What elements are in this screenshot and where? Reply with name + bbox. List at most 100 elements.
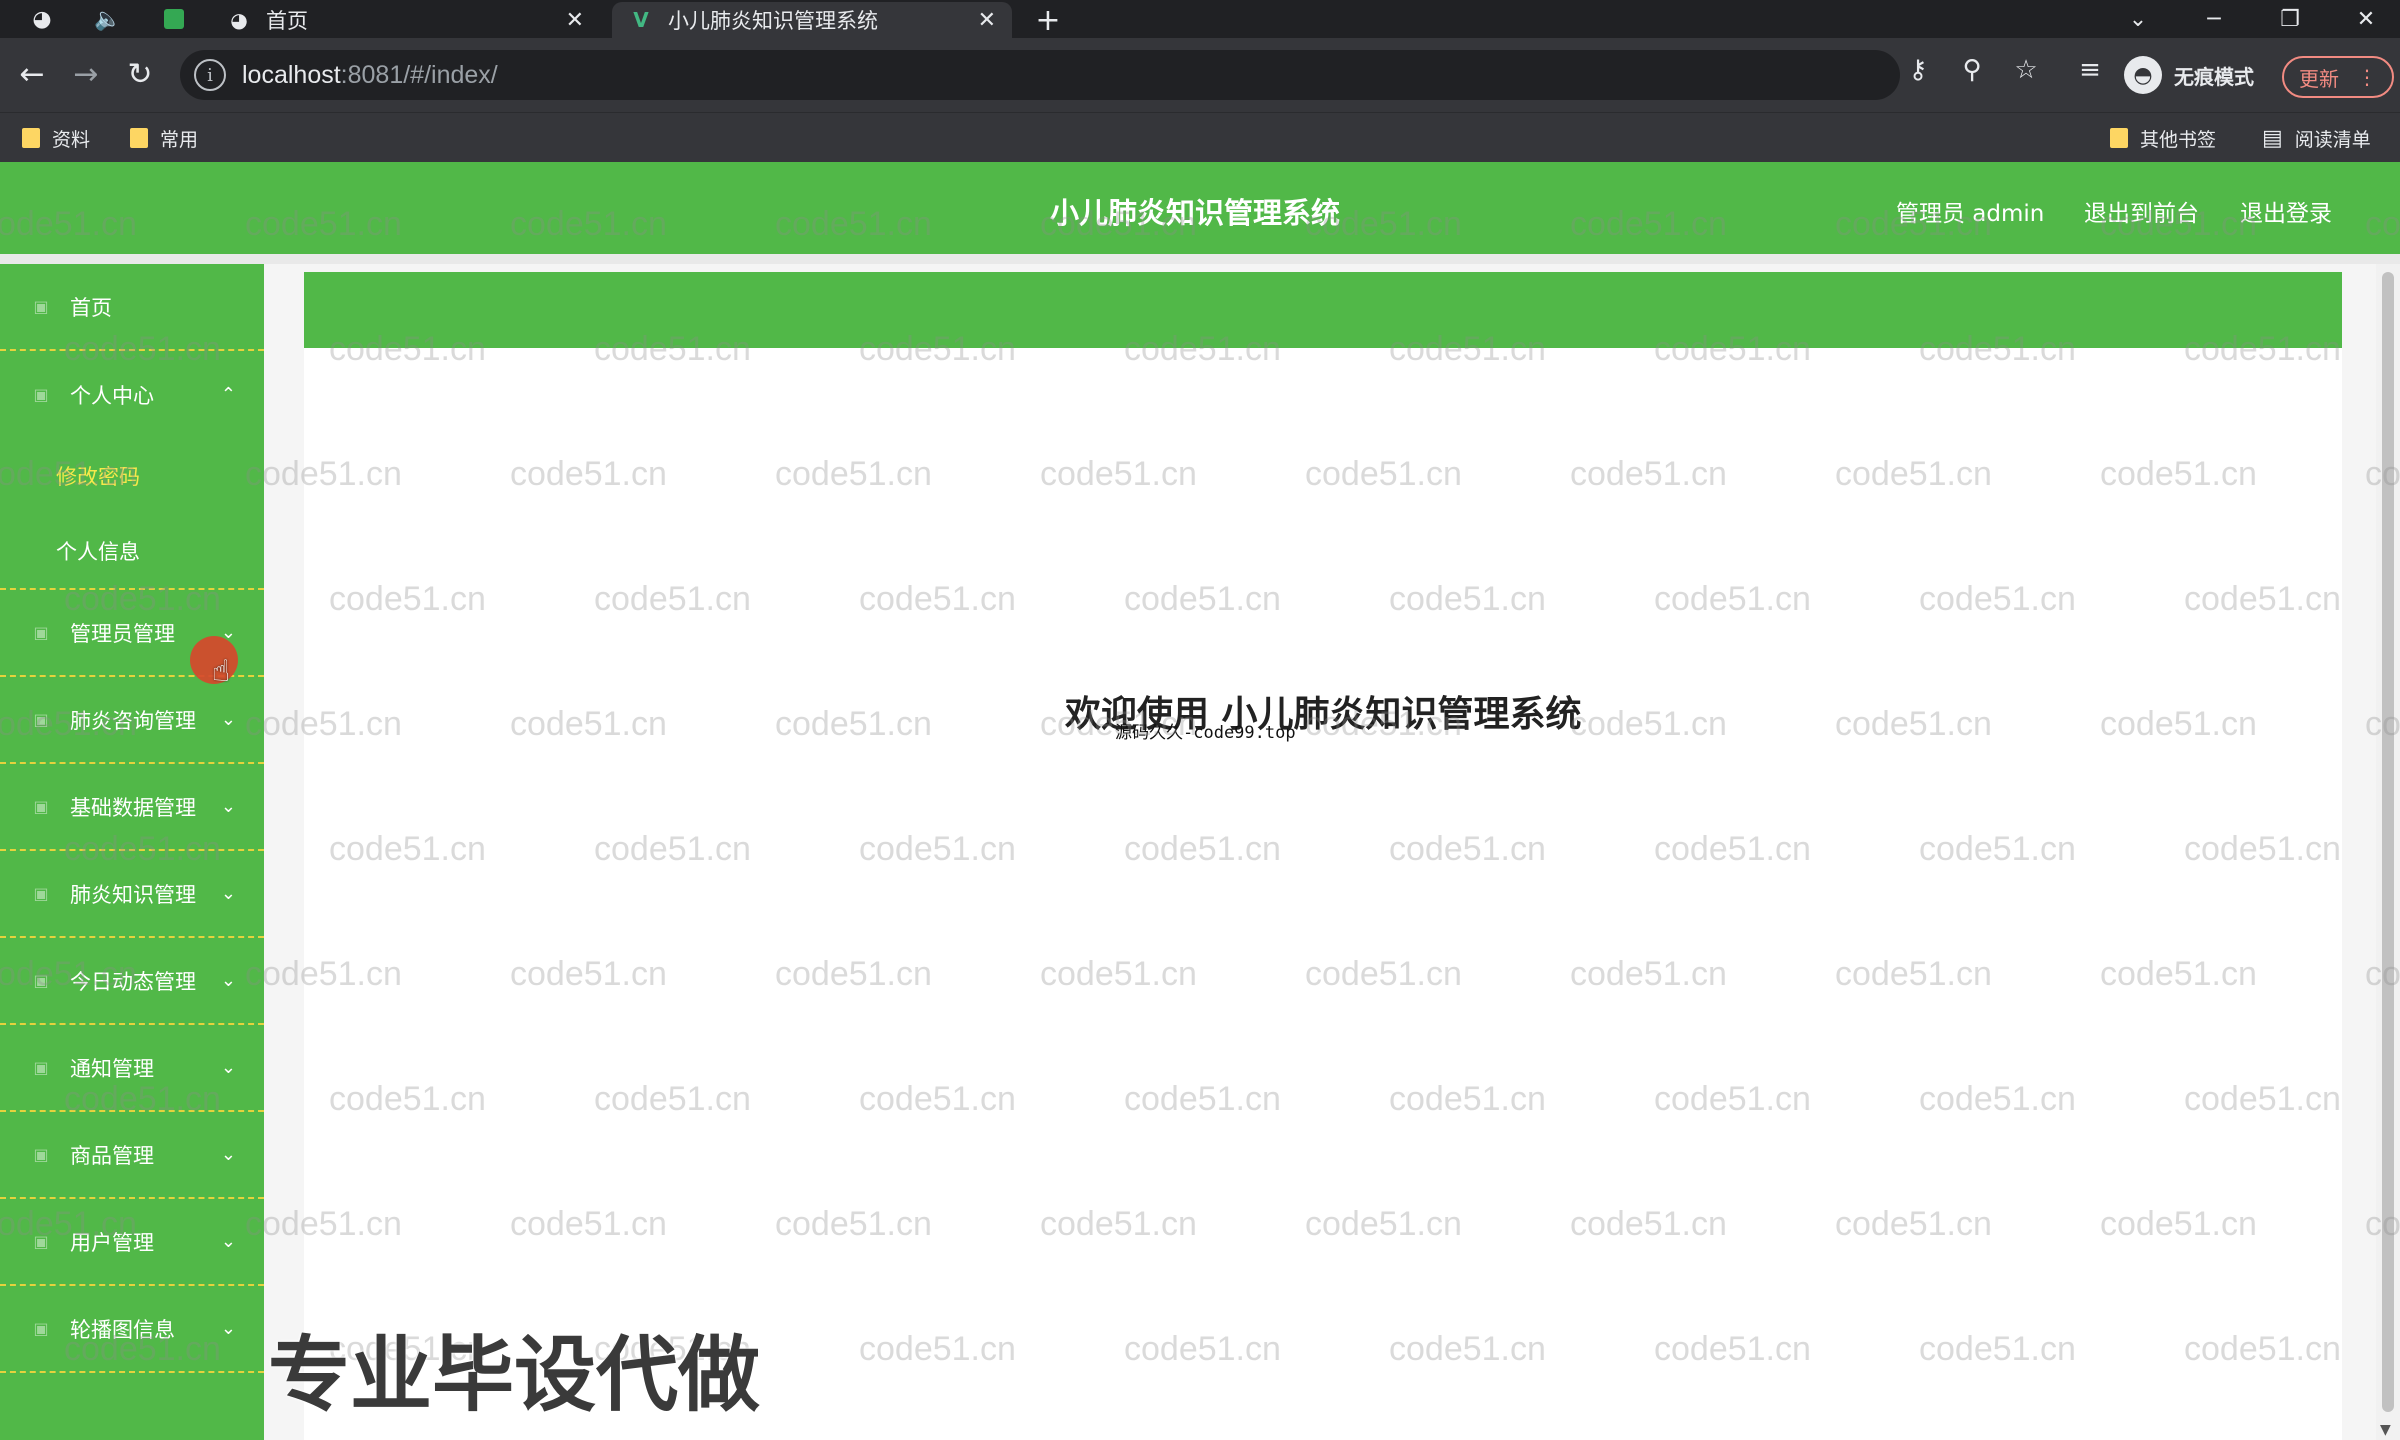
sidebar-item-label: 肺炎知识管理 [70,882,196,907]
chevron-up-icon: ⌃ [220,384,236,405]
browser-globe-icon[interactable]: ◕ [16,0,68,38]
sidebar-item-label: 通知管理 [70,1056,154,1081]
new-tab-button[interactable]: + [1030,2,1066,38]
vue-logo-icon: V [633,8,649,32]
top-navbar: 小儿肺炎知识管理系统 管理员 admin 退出到前台 退出登录 [0,162,2400,254]
reading-list-icon: ▤ [2262,125,2283,151]
key-icon[interactable]: ⚷ [1898,50,1938,90]
sidebar-subitem-change-password[interactable]: 修改密码 [0,438,264,514]
main-content [264,264,2376,1440]
reload-icon[interactable]: ↻ [120,54,160,94]
close-icon[interactable]: ✕ [978,8,996,33]
sidebar-item-goods[interactable]: ▣ 商品管理 ⌄ [0,1112,264,1199]
content-banner [304,272,2342,348]
url-text: localhost:8081/#/index/ [242,60,498,89]
folder-icon [130,128,148,148]
source-caption: 源码久久-code99.top [1115,723,1296,743]
chevron-down-icon: ⌄ [220,970,236,991]
bookmark-folder[interactable]: 资料 [22,123,90,153]
folder-icon [2110,128,2128,148]
star-icon[interactable]: ☆ [2006,50,2046,90]
database-icon: ▣ [33,797,49,816]
chevron-down-icon: ⌄ [220,1231,236,1252]
address-bar[interactable]: i localhost:8081/#/index/ [180,50,1900,100]
globe-icon: ◕ [230,8,248,32]
chevron-down-icon: ⌄ [220,883,236,904]
sidebar-item-carousel[interactable]: ▣ 轮播图信息 ⌄ [0,1286,264,1373]
tab-search-chevron-icon[interactable]: ⌄ [2108,0,2168,38]
logout-link[interactable]: 退出登录 [2240,194,2332,228]
more-menu-icon[interactable]: ⋮ [2357,65,2377,89]
tab-home[interactable]: ◕ 首页 ✕ [210,2,600,38]
goods-icon: ▣ [33,1145,49,1164]
zoom-icon[interactable]: ⚲ [1952,50,1992,90]
restore-icon[interactable]: ❐ [2260,0,2320,38]
users-icon: ▣ [33,1232,49,1251]
folder-icon [22,128,40,148]
tab-system[interactable]: V 小儿肺炎知识管理系统 ✕ [612,2,1012,38]
hand-pointer-icon: ☝ [212,654,231,689]
back-icon[interactable]: ← [12,54,52,94]
incognito-profile[interactable]: ◓ 无痕模式 [2124,52,2254,98]
sidebar-item-label: 个人中心 [70,383,154,408]
sidebar-item-news[interactable]: ▣ 今日动态管理 ⌄ [0,938,264,1025]
chevron-down-icon: ⌄ [220,1057,236,1078]
sidebar-item-home[interactable]: ▣ 首页 [0,264,264,351]
sidebar-item-notice[interactable]: ▣ 通知管理 ⌄ [0,1025,264,1112]
sidebar: ▣ 首页 ▣ 个人中心 ⌃ 修改密码 个人信息 ▣ 管理员管理 ⌄ ▣ 肺炎咨询… [0,264,264,1440]
chevron-down-icon: ⌄ [220,1318,236,1339]
back-to-front-link[interactable]: 退出到前台 [2084,194,2199,228]
sidebar-item-personal-center[interactable]: ▣ 个人中心 ⌃ [0,351,264,438]
incognito-icon: ◓ [2124,56,2162,94]
browser-tab-strip: ◕ 🔈 ◕ 首页 ✕ V 小儿肺炎知识管理系统 ✕ + ⌄ ─ ❐ ✕ [0,0,2400,38]
profile-label: 无痕模式 [2174,64,2254,89]
scroll-down-arrow-icon[interactable]: ▼ [2380,1422,2391,1438]
sidebar-item-label: 首页 [70,295,112,320]
mouse-cursor-highlight: ☝ [190,636,238,689]
vertical-scrollbar[interactable]: ▼ [2376,264,2400,1440]
other-bookmarks[interactable]: 其他书签 [2110,123,2216,153]
book-icon: ▣ [33,884,49,903]
image-icon: ▣ [33,1319,49,1338]
app-root: 小儿肺炎知识管理系统 管理员 admin 退出到前台 退出登录 ▣ 首页 ▣ 个… [0,162,2400,1440]
tab-sheet-icon[interactable] [148,0,200,38]
scrollbar-thumb[interactable] [2382,272,2394,1412]
reading-mode-icon[interactable]: ≡ [2070,50,2110,90]
update-label: 更新 [2299,66,2339,91]
sidebar-subitem-profile[interactable]: 个人信息 [0,514,264,590]
home-icon: ▣ [33,297,49,316]
sidebar-subitem-label: 个人信息 [56,540,140,564]
close-icon[interactable]: ✕ [566,8,584,33]
chevron-down-icon: ⌄ [220,709,236,730]
chevron-down-icon: ⌄ [220,1144,236,1165]
update-button[interactable]: 更新 ⋮ [2282,56,2394,98]
reading-list[interactable]: ▤ 阅读清单 [2262,123,2371,153]
sidebar-item-label: 轮播图信息 [70,1317,175,1342]
window-close-icon[interactable]: ✕ [2336,0,2396,38]
tab-title: 小儿肺炎知识管理系统 [668,9,878,33]
bookmark-label: 资料 [52,128,91,151]
sidebar-item-knowledge[interactable]: ▣ 肺炎知识管理 ⌄ [0,851,264,938]
tab-audio-icon[interactable]: 🔈 [82,0,134,38]
bookmark-label: 阅读清单 [2294,128,2371,151]
admin-user-label: 管理员 admin [1896,201,2045,227]
bookmark-folder[interactable]: 常用 [130,123,198,153]
site-info-icon[interactable]: i [194,59,226,91]
sidebar-subitem-label: 修改密码 [56,465,140,489]
sidebar-item-consult[interactable]: ▣ 肺炎咨询管理 ⌄ [0,677,264,764]
sidebar-item-base-data[interactable]: ▣ 基础数据管理 ⌄ [0,764,264,851]
admin-icon: ▣ [33,623,49,642]
minimize-icon[interactable]: ─ [2184,0,2244,38]
chevron-down-icon: ⌄ [220,796,236,817]
navbar-divider [0,254,2400,264]
sidebar-item-label: 今日动态管理 [70,969,196,994]
app-title: 小儿肺炎知识管理系统 [1050,196,1341,230]
bell-icon: ▣ [33,1058,49,1077]
user-icon: ▣ [33,385,49,404]
welcome-panel [304,348,2342,1440]
bookmarks-bar: 资料 常用 其他书签 ▤ 阅读清单 [0,112,2400,162]
tab-title: 首页 [266,9,308,33]
forward-icon[interactable]: → [66,54,106,94]
sidebar-item-users[interactable]: ▣ 用户管理 ⌄ [0,1199,264,1286]
bookmark-label: 其他书签 [2140,128,2217,151]
